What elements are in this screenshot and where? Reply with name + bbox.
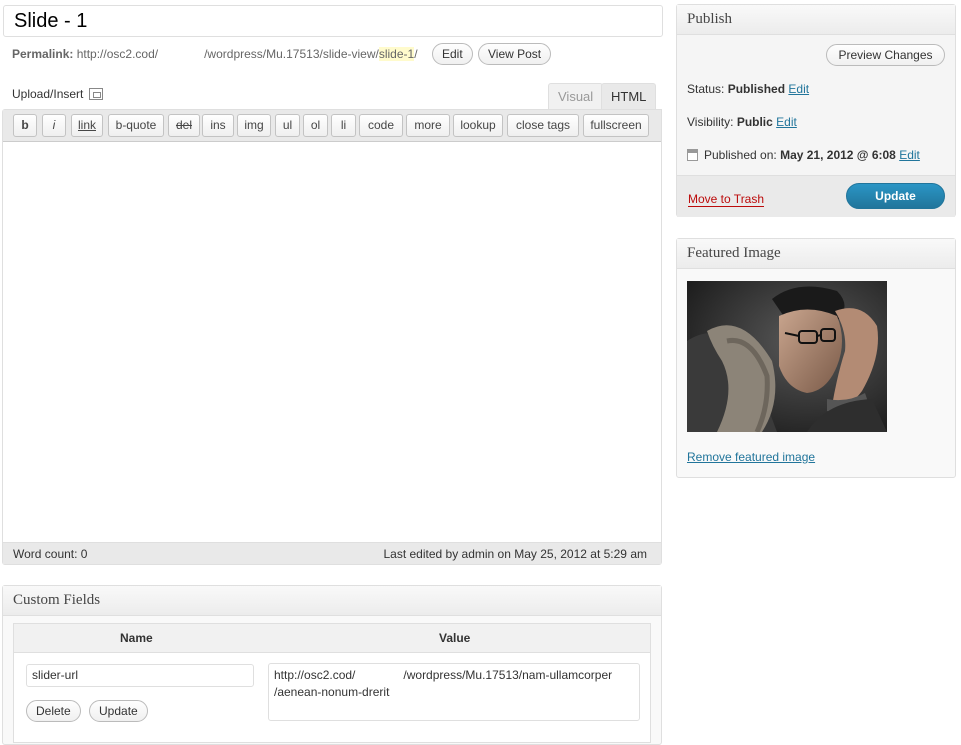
qt-italic-button[interactable]: i <box>42 114 66 137</box>
qt-link-button[interactable]: link <box>71 114 103 137</box>
qt-ol-button[interactable]: ol <box>303 114 328 137</box>
post-editor: b i link b-quote del ins img ul ol li co… <box>2 109 662 565</box>
preview-changes-button[interactable]: Preview Changes <box>826 44 945 66</box>
custom-fields-table: Name Value slider-url http://osc2.cod/ /w… <box>13 623 651 743</box>
tab-html[interactable]: HTML <box>601 83 657 110</box>
last-edited: Last edited by admin on May 25, 2012 at … <box>383 547 647 561</box>
value-line1-end: /wordpress/Mu.17513/nam-ullamcorper <box>403 668 613 682</box>
published-on-row: Published on: May 21, 2012 @ 6:08 Edit <box>687 147 920 163</box>
qt-li-button[interactable]: li <box>331 114 356 137</box>
visibility-label: Visibility: <box>687 115 734 129</box>
col-value-header: Value <box>439 631 471 645</box>
remove-featured-image-link[interactable]: Remove featured image <box>687 450 815 464</box>
featured-image-box: Featured Image Remove featured image <box>676 238 956 478</box>
featured-image-photo <box>687 281 887 432</box>
editor-status-bar: Word count: 0 Last edited by admin on Ma… <box>3 542 661 564</box>
qt-ul-button[interactable]: ul <box>275 114 300 137</box>
qt-code-button[interactable]: code <box>359 114 403 137</box>
permalink-url-path: /wordpress/Mu.17513/slide-view/ <box>204 47 379 61</box>
custom-field-delete-button[interactable]: Delete <box>26 700 81 722</box>
custom-fields-box: Custom Fields Name Value slider-url http… <box>2 585 662 745</box>
value-line1-start: http://osc2.cod/ <box>274 668 356 682</box>
view-post-button[interactable]: View Post <box>478 43 552 65</box>
qt-ins-button[interactable]: ins <box>202 114 234 137</box>
tab-visual[interactable]: Visual <box>548 83 604 110</box>
custom-field-value-textarea[interactable]: http://osc2.cod/ /wordpress/Mu.17513/nam-… <box>268 663 640 721</box>
quicktags-toolbar: b i link b-quote del ins img ul ol li co… <box>3 110 661 142</box>
qt-fullscreen-button[interactable]: fullscreen <box>583 114 649 137</box>
col-name-header: Name <box>120 631 153 645</box>
status-label: Status: <box>687 82 725 96</box>
qt-more-button[interactable]: more <box>406 114 450 137</box>
published-on-value: May 21, 2012 @ 6:08 <box>780 148 896 162</box>
publish-heading[interactable]: Publish <box>677 5 955 35</box>
qt-close-tags-button[interactable]: close tags <box>507 114 579 137</box>
content-textarea[interactable] <box>3 142 661 542</box>
visibility-row: Visibility: Public Edit <box>687 114 797 130</box>
permalink-trailing-slash: / <box>414 47 418 61</box>
value-line2: /aenean-nonum-drerit <box>274 685 390 699</box>
qt-bold-button[interactable]: b <box>13 114 37 137</box>
custom-field-name-input[interactable]: slider-url <box>26 664 254 687</box>
qt-del-button[interactable]: del <box>168 114 200 137</box>
permalink-row: Permalink: http://osc2.cod/ /wordpress/Mu… <box>12 46 418 62</box>
qt-img-button[interactable]: img <box>237 114 271 137</box>
visibility-edit-link[interactable]: Edit <box>776 115 797 129</box>
published-on-label: Published on: <box>704 148 777 162</box>
update-button[interactable]: Update <box>846 183 945 209</box>
permalink-slug[interactable]: slide-1 <box>378 47 415 61</box>
permalink-url-start: http://osc2.cod/ <box>76 47 159 61</box>
status-row: Status: Published Edit <box>687 81 809 97</box>
qt-lookup-button[interactable]: lookup <box>453 114 503 137</box>
word-count: Word count: 0 <box>13 547 88 561</box>
status-edit-link[interactable]: Edit <box>788 82 809 96</box>
permalink-label: Permalink: <box>12 47 74 61</box>
add-media-icon[interactable] <box>89 88 104 100</box>
post-title-input[interactable]: Slide - 1 <box>3 5 663 37</box>
custom-field-update-button[interactable]: Update <box>89 700 148 722</box>
qt-bquote-button[interactable]: b-quote <box>108 114 164 137</box>
status-value: Published <box>727 82 786 96</box>
featured-image-thumbnail[interactable] <box>687 281 887 432</box>
featured-image-heading[interactable]: Featured Image <box>677 239 955 269</box>
visibility-value: Public <box>736 115 773 129</box>
published-on-edit-link[interactable]: Edit <box>899 148 920 162</box>
publish-box: Publish Preview Changes Status: Publishe… <box>676 4 956 217</box>
custom-fields-header-row: Name Value <box>14 624 650 653</box>
upload-insert-label: Upload/Insert <box>12 87 84 101</box>
permalink-edit-button[interactable]: Edit <box>432 43 473 65</box>
upload-insert[interactable]: Upload/Insert <box>12 86 104 102</box>
custom-fields-heading[interactable]: Custom Fields <box>3 586 661 616</box>
move-to-trash-link[interactable]: Move to Trash <box>688 192 765 207</box>
calendar-icon <box>687 149 698 161</box>
